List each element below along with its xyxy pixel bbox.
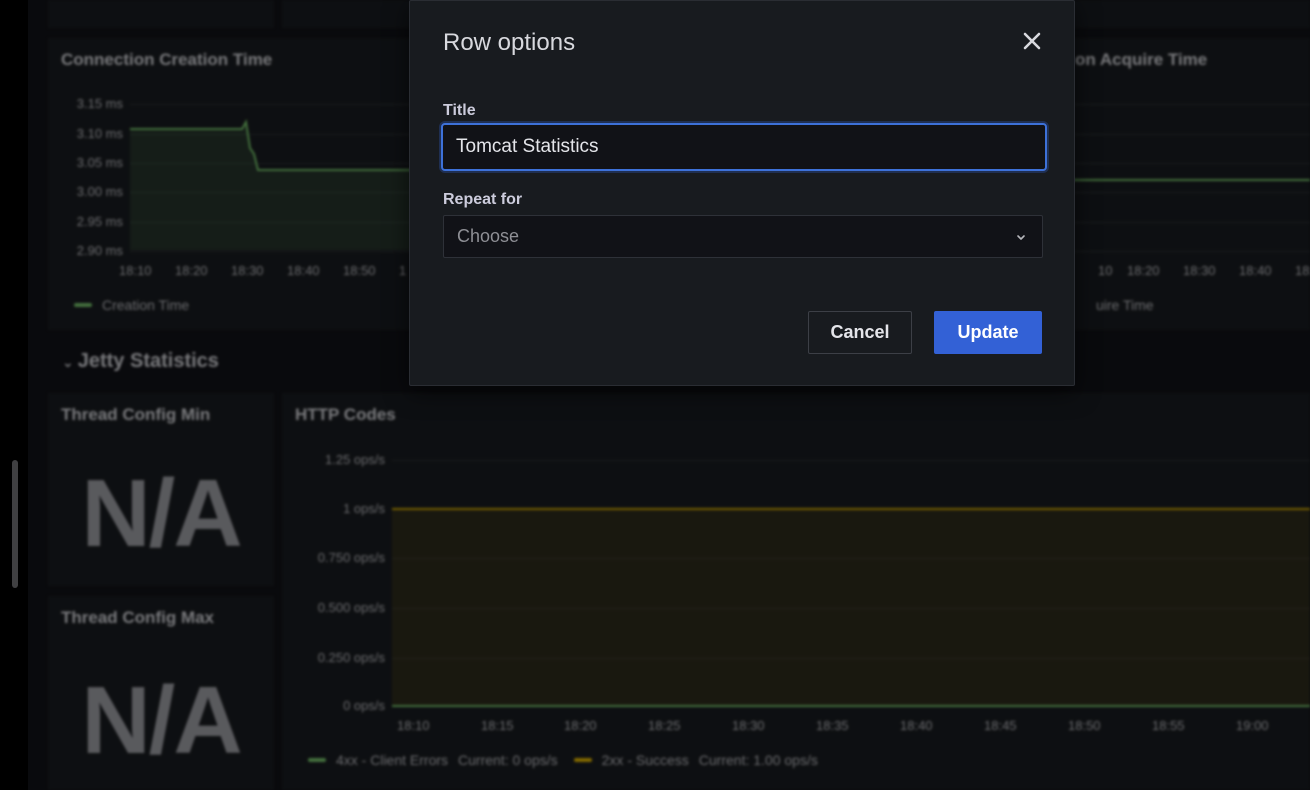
update-button[interactable]: Update: [934, 311, 1042, 354]
title-field-label: Title: [443, 102, 476, 119]
row-options-modal: Row options Title Repeat for Choose Canc…: [409, 0, 1075, 386]
modal-title: Row options: [443, 29, 576, 56]
chevron-down-icon: [1017, 234, 1025, 240]
close-button[interactable]: [1016, 25, 1048, 57]
repeat-for-select[interactable]: Choose: [443, 215, 1043, 258]
repeat-for-label: Repeat for: [443, 191, 523, 208]
cancel-button[interactable]: Cancel: [808, 311, 912, 354]
title-input[interactable]: [441, 123, 1047, 171]
repeat-for-placeholder: Choose: [457, 226, 520, 246]
close-icon: [1023, 32, 1041, 50]
